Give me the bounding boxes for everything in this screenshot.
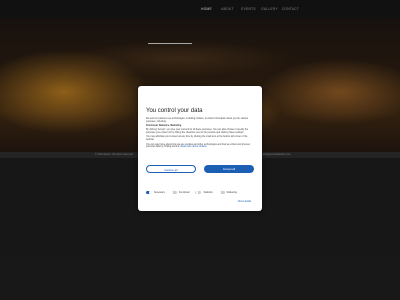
option-functional[interactable]: Functional <box>170 191 190 194</box>
consent-purposes: Functional, Statistics, Marketing <box>146 125 182 128</box>
option-label: Statistics <box>203 191 213 194</box>
consent-paragraph: We and our partners use technologies, in… <box>146 118 248 123</box>
toggle-knob <box>219 191 222 194</box>
option-label: Marketing <box>226 191 237 194</box>
consent-options: Necessary Functional Statistics Marketin… <box>146 191 258 194</box>
option-label: Necessary <box>154 191 165 194</box>
toggle-knob <box>195 191 199 194</box>
option-necessary[interactable]: Necessary <box>146 191 165 194</box>
toggle-switch[interactable] <box>170 191 177 194</box>
toggle-switch[interactable] <box>218 191 225 194</box>
decline-all-button[interactable]: Decline all <box>146 165 196 173</box>
show-details-link[interactable]: Show details <box>238 201 251 203</box>
toggle-switch[interactable] <box>195 191 202 194</box>
option-marketing[interactable]: Marketing <box>218 191 237 194</box>
option-statistics[interactable]: Statistics <box>195 191 213 194</box>
consent-title: You control your data <box>146 108 203 114</box>
accept-all-button[interactable]: Accept all <box>204 165 254 173</box>
toggle-knob <box>149 191 152 194</box>
read-more-link[interactable]: Read more about cookies <box>180 146 206 148</box>
cookie-consent-dialog: You control your data We and our partner… <box>138 86 262 211</box>
toggle-switch[interactable] <box>146 191 152 194</box>
consent-body: We and our partners use technologies, in… <box>146 118 254 151</box>
option-label: Functional <box>178 191 190 194</box>
toggle-knob <box>171 191 174 194</box>
consent-paragraph: You may withdraw your consent at any tim… <box>146 136 248 142</box>
consent-paragraph: By clicking 'Accept', you give your cons… <box>146 129 249 135</box>
consent-paragraph: You can read more about how we use cooki… <box>146 144 254 150</box>
